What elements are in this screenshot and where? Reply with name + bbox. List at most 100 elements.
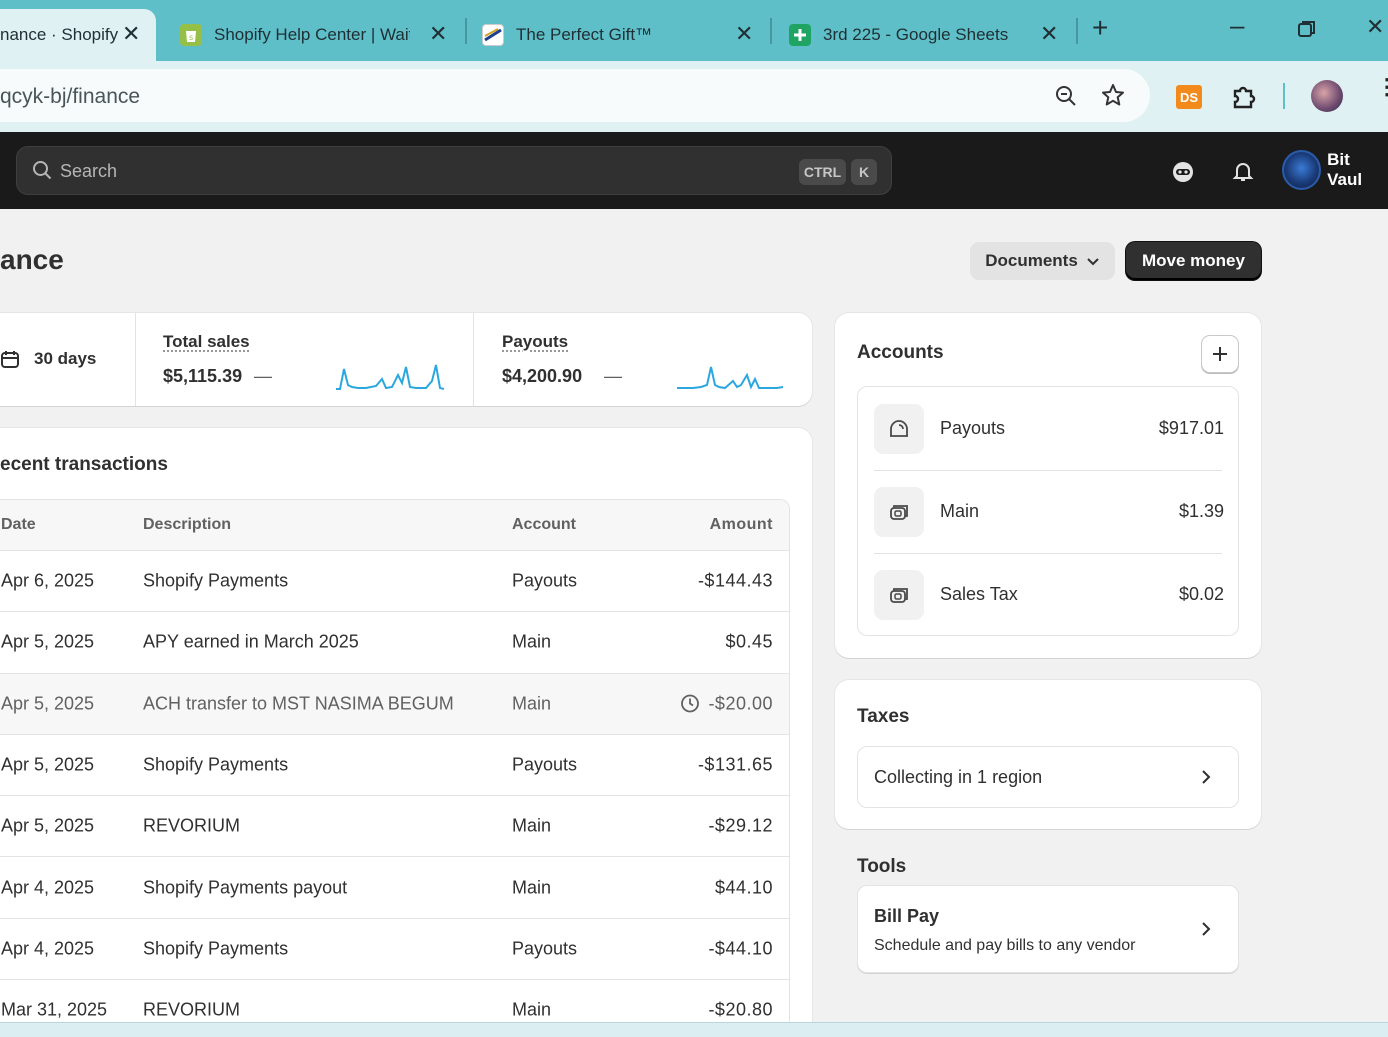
plus-icon (1213, 347, 1227, 361)
row-date: Apr 4, 2025 (1, 938, 95, 959)
store-avatar (1282, 150, 1322, 190)
chevron-right-icon (1202, 770, 1211, 784)
header-date[interactable]: Date (1, 516, 36, 534)
search-placeholder: Search (60, 161, 118, 181)
clock-icon (681, 694, 700, 713)
shortcut-ctrl: CTRL (799, 159, 846, 185)
table-row[interactable]: Apr 4, 2025 Shopify Payments Payouts -$4… (0, 919, 789, 981)
move-money-button[interactable]: Move money (1126, 242, 1261, 280)
account-item-payouts[interactable]: Payouts $917.01 (874, 387, 1224, 470)
row-date: Apr 6, 2025 (1, 570, 95, 591)
address-bar-area: qcyk-bj/finance DS ⋮ (0, 61, 1388, 132)
row-description: REVORIUM (143, 999, 241, 1020)
extensions-puzzle-icon[interactable] (1231, 83, 1257, 114)
accounts-title: Accounts (857, 342, 944, 363)
table-row[interactable]: Apr 6, 2025 Shopify Payments Payouts -$1… (0, 551, 789, 613)
payouts-sparkline (677, 366, 784, 390)
account-balance: $1.39 (1178, 501, 1224, 521)
bell-icon[interactable] (1231, 159, 1255, 188)
tab-separator (770, 18, 772, 44)
tab-separator (1076, 18, 1078, 44)
table-row-pending[interactable]: Apr 5, 2025 ACH transfer to MST NASIMA B… (0, 673, 789, 735)
svg-text:s: s (189, 33, 193, 42)
table-header: Date Description Account Amount (0, 500, 789, 551)
shortcut-k: K (851, 159, 877, 185)
toolbar-divider (1283, 83, 1285, 109)
row-account: Main (512, 999, 552, 1020)
row-description: Shopify Payments (143, 938, 289, 959)
new-tab-icon[interactable]: + (1092, 12, 1108, 44)
date-range-picker[interactable]: 30 days (0, 349, 96, 369)
store-name: Bit Vaul (1327, 150, 1363, 189)
table-row[interactable]: Apr 5, 2025 REVORIUM Main -$29.12 (0, 796, 789, 858)
add-account-button[interactable] (1201, 335, 1239, 373)
account-name: Main (940, 501, 980, 521)
store-menu[interactable]: Bit Vaul (1282, 150, 1388, 190)
row-account: Main (512, 631, 552, 652)
chevron-down-icon (1087, 258, 1099, 266)
table-row[interactable]: Apr 4, 2025 Shopify Payments payout Main… (0, 857, 789, 919)
row-account: Main (512, 693, 552, 714)
total-sales-sparkline (336, 364, 445, 390)
browser-tab-bar: nance · Shopify ✕ s Shopify Help Center … (0, 0, 1388, 61)
row-date: Apr 4, 2025 (1, 877, 95, 898)
row-description: Shopify Payments payout (143, 877, 348, 898)
documents-button[interactable]: Documents (970, 242, 1115, 280)
metrics-card: 30 days Total sales $5,115.39 — Payouts … (0, 313, 812, 406)
close-window-icon[interactable]: ✕ (1366, 14, 1384, 40)
url-field[interactable]: qcyk-bj/finance (0, 69, 1150, 122)
total-sales-label[interactable]: Total sales (163, 332, 250, 352)
search-icon (32, 160, 52, 185)
bookmark-star-icon[interactable] (1101, 83, 1125, 112)
documents-label: Documents (985, 251, 1078, 270)
tab-title: Shopify Help Center | Waiti (214, 25, 410, 44)
account-item-main[interactable]: Main $1.39 (874, 470, 1224, 553)
sheets-icon (789, 24, 811, 46)
zoom-icon[interactable] (1054, 84, 1078, 113)
row-description: ACH transfer to MST NASIMA BEGUM (143, 693, 454, 714)
url-text: qcyk-bj/finance (0, 85, 141, 108)
row-amount: -$29.12 (708, 815, 773, 836)
row-amount: -$20.80 (708, 999, 773, 1020)
tab-shopify-finance[interactable]: nance · Shopify ✕ (0, 9, 156, 61)
table-row[interactable]: Apr 5, 2025 Shopify Payments Payouts -$1… (0, 735, 789, 797)
total-sales-change: — (254, 366, 272, 386)
tab-help-center[interactable]: s Shopify Help Center | Waiti ✕ (180, 9, 450, 61)
close-icon[interactable]: ✕ (1040, 23, 1058, 45)
payouts-value: $4,200.90 (502, 366, 583, 386)
row-account: Payouts (512, 938, 578, 959)
row-amount: -$131.65 (697, 754, 773, 775)
header-description[interactable]: Description (143, 516, 231, 534)
payouts-label[interactable]: Payouts (502, 332, 568, 352)
profile-avatar[interactable] (1311, 80, 1343, 112)
row-description: Shopify Payments (143, 754, 289, 775)
browser-menu-icon[interactable]: ⋮ (1376, 76, 1388, 98)
tab-perfect-gift[interactable]: The Perfect Gift™ ✕ (482, 9, 754, 61)
close-icon[interactable]: ✕ (429, 23, 447, 45)
row-date: Apr 5, 2025 (1, 631, 95, 652)
account-name: Payouts (940, 418, 1006, 438)
extension-ds-icon[interactable]: DS (1176, 85, 1202, 109)
tools-title: Tools (857, 856, 907, 877)
header-account[interactable]: Account (512, 516, 576, 534)
close-icon[interactable]: ✕ (122, 23, 140, 45)
tax-regions-link[interactable]: Collecting in 1 region (857, 746, 1239, 808)
bill-pay-description: Schedule and pay bills to any vendor (874, 937, 1136, 954)
account-item-sales-tax[interactable]: Sales Tax $0.02 (874, 553, 1224, 636)
total-sales-value: $5,115.39 (163, 366, 243, 386)
table-row[interactable]: Apr 5, 2025 APY earned in March 2025 Mai… (0, 612, 789, 674)
sidekick-icon[interactable] (1171, 160, 1195, 189)
tab-google-sheets[interactable]: 3rd 225 - Google Sheets ✕ (789, 9, 1061, 61)
payout-icon (874, 404, 924, 454)
restore-icon[interactable] (1298, 18, 1316, 44)
row-account: Main (512, 815, 552, 836)
bill-pay-link[interactable]: Bill Pay Schedule and pay bills to any v… (857, 885, 1239, 973)
header-amount[interactable]: Amount (710, 516, 773, 534)
close-icon[interactable]: ✕ (735, 23, 753, 45)
search-input[interactable]: Search CTRL K (16, 146, 892, 195)
row-description: APY earned in March 2025 (143, 631, 359, 652)
account-balance: $917.01 (1158, 418, 1224, 438)
row-account: Payouts (512, 754, 578, 775)
minimize-icon[interactable]: – (1230, 10, 1244, 41)
row-amount: $0.45 (725, 631, 773, 652)
